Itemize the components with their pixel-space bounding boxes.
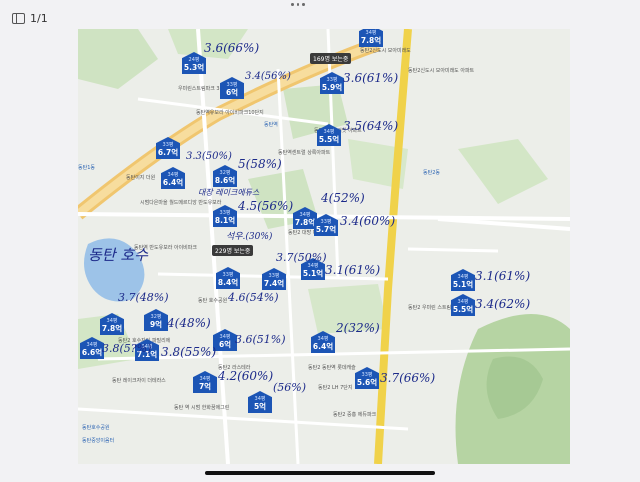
- poi-label: 동탄2동: [423, 170, 440, 176]
- handwritten-note: 3.4(56%): [245, 71, 291, 82]
- handwritten-note: 3.7(48%): [118, 291, 169, 304]
- place-label: 동탄 역 시범 한화꿈에그린: [174, 405, 230, 411]
- handwritten-note: 3.3(50%): [186, 151, 232, 162]
- place-label: 동탄2 중흥 에듀파크: [333, 412, 377, 418]
- handwritten-note: 5(58%): [238, 157, 282, 171]
- window-menu-handle[interactable]: [291, 3, 306, 8]
- price-pin[interactable]: 24평 5.3억: [182, 52, 206, 78]
- place-label: 동탄역센트럴 상록아파트: [278, 150, 331, 156]
- handwritten-note: 3.4(60%): [340, 214, 396, 228]
- handwritten-note: 3.5(64%): [343, 119, 399, 133]
- place-label: 동탄 레이크자이 더테라스: [112, 378, 166, 384]
- handwritten-note: 4(52%): [321, 191, 365, 205]
- handwritten-note: 동탄 호수: [88, 246, 148, 264]
- place-label: 동탄2 LH 7단지: [318, 385, 353, 391]
- page-indicator: 1/1: [30, 11, 48, 25]
- handwritten-note: 4.2(60%): [218, 369, 274, 383]
- price-pin[interactable]: 34평 7.8억: [100, 313, 124, 339]
- handwritten-note: 3.8(55%): [161, 345, 217, 359]
- place-label: 동탄2 동탄역 롯데캐슬: [308, 365, 356, 371]
- viewer-count-tag[interactable]: 229명 보는중: [212, 245, 254, 256]
- document-page[interactable]: 169명 보는중 229명 보는중 동탄2신도시 모아미래도 동탄2신도시 모아…: [78, 29, 570, 464]
- handwritten-note: 3.4(62%): [475, 297, 531, 311]
- handwritten-note: 4.6(54%): [228, 291, 279, 304]
- poi-label: 동탄역: [264, 122, 278, 128]
- handwritten-note: 석우.(30%): [226, 232, 273, 242]
- price-pin[interactable]: 33평 5.7억: [314, 214, 338, 240]
- handwritten-note: 3.6(61%): [343, 71, 399, 85]
- price-pin[interactable]: 33평 5.9억: [320, 72, 344, 98]
- price-pin[interactable]: 34평 6억: [213, 329, 237, 355]
- handwritten-note: 4.5(56%): [238, 199, 294, 213]
- price-pin[interactable]: 34평 7.8억: [359, 29, 383, 51]
- poi-label: 동탄1동: [78, 165, 95, 171]
- price-pin[interactable]: 34평 6.4억: [161, 167, 185, 193]
- viewer-toolbar: 1/1: [12, 10, 48, 26]
- price-pin[interactable]: 33평 6억: [220, 77, 244, 103]
- pdf-viewer-window: 1/1 169명 보는중 229명 보는중 동탄2신도시 모아미래도 동탄2신도…: [0, 0, 640, 482]
- place-label: 시범다은마을 월드메르디앙 반도유보라: [140, 200, 222, 206]
- price-pin[interactable]: 34평 6.4억: [311, 331, 335, 357]
- handwritten-note: 3.1(61%): [325, 263, 381, 277]
- handwritten-note: 대장 레이크에듀스: [198, 188, 260, 197]
- place-label: 동탄 호수공원: [198, 298, 228, 304]
- handwritten-note: 3.7(50%): [276, 251, 327, 264]
- place-label: 동탄역유보라 아이비파크10단지: [196, 110, 264, 116]
- price-pin[interactable]: 34평 6.6억: [80, 337, 104, 363]
- price-pin[interactable]: 33평 6.7억: [156, 137, 180, 163]
- price-pin[interactable]: 33평 8.4억: [216, 267, 240, 293]
- handwritten-note: 3.6(66%): [204, 41, 260, 55]
- place-label: 동탄2신도시 모아미래도 아파트: [408, 68, 475, 74]
- price-pin[interactable]: 34평 5억: [248, 391, 272, 417]
- price-pin[interactable]: 33평 8.1억: [213, 205, 237, 231]
- handwritten-note: 3.7(66%): [380, 371, 436, 385]
- home-indicator[interactable]: [205, 471, 435, 475]
- price-pin[interactable]: 33평 5.6억: [355, 367, 379, 393]
- poi-label: 동탄호수공원: [82, 425, 110, 431]
- handwritten-note: 3.8(5?%): [102, 342, 152, 355]
- viewer-count-tag[interactable]: 169명 보는중: [310, 53, 352, 64]
- price-pin[interactable]: 32평 9억: [144, 309, 168, 335]
- price-pin[interactable]: 34평 5.5억: [451, 294, 475, 320]
- handwritten-note: 2(32%): [336, 321, 380, 335]
- price-pin[interactable]: 34평 7억: [193, 371, 217, 397]
- handwritten-note: (56%): [273, 381, 307, 394]
- handwritten-note: 3.1(61%): [475, 269, 531, 283]
- place-label: 동탄이지 더원: [126, 175, 156, 181]
- handwritten-note: 3.6(51%): [235, 333, 286, 346]
- price-pin[interactable]: 34평 5.5억: [317, 124, 341, 150]
- poi-label: 동탄중앙이음터: [82, 438, 115, 444]
- price-pin[interactable]: 34평 5.1억: [451, 269, 475, 295]
- sidebar-toggle-icon[interactable]: [12, 12, 25, 24]
- handwritten-note: 4(48%): [167, 316, 211, 330]
